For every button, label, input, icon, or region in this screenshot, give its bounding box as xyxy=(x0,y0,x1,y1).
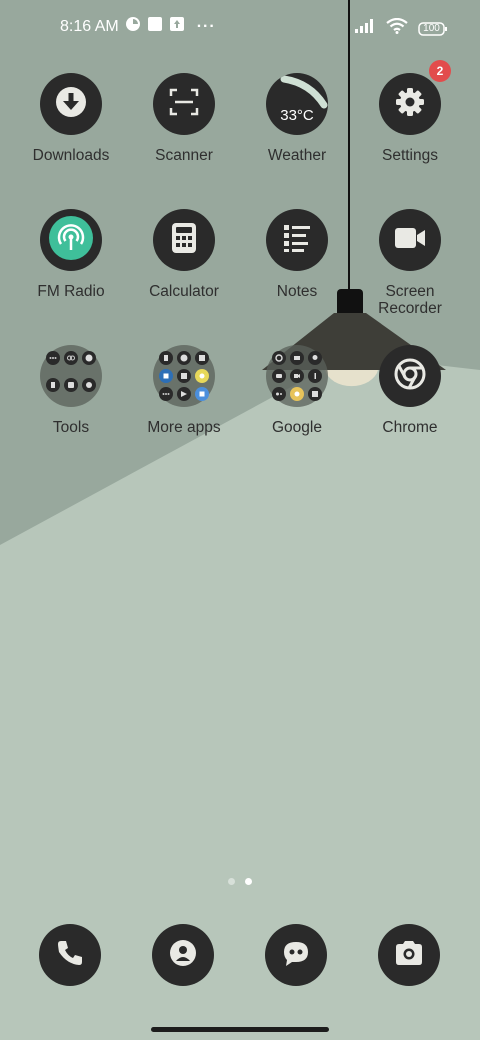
dock-phone[interactable] xyxy=(39,924,101,986)
scanner-icon xyxy=(168,86,200,123)
app-chrome[interactable]: Chrome xyxy=(354,345,466,436)
dock xyxy=(0,924,480,988)
page-indicator[interactable] xyxy=(228,878,252,885)
dock-messages[interactable] xyxy=(265,924,327,986)
chrome-icon xyxy=(393,357,427,396)
folder-icon xyxy=(158,350,210,402)
camera-icon xyxy=(393,939,425,972)
notes-icon xyxy=(281,222,313,259)
app-downloads[interactable]: Downloads xyxy=(15,73,127,164)
folder-more-apps[interactable]: More apps xyxy=(128,345,240,436)
gear-icon xyxy=(394,86,426,123)
app-label: Notes xyxy=(276,283,318,300)
folder-google[interactable]: Google xyxy=(241,345,353,436)
battery-level: 100 xyxy=(423,22,440,34)
folder-icon xyxy=(271,350,323,402)
app-label: FM Radio xyxy=(37,283,105,300)
battery-icon: 100 xyxy=(418,21,448,37)
app-label: Scanner xyxy=(155,147,213,164)
folder-tools[interactable]: Tools xyxy=(15,345,127,436)
gesture-bar[interactable] xyxy=(151,1027,329,1032)
data-saver-icon xyxy=(125,16,141,37)
app-calculator[interactable]: Calculator xyxy=(128,209,240,300)
upload-icon xyxy=(169,16,185,37)
wifi-icon xyxy=(386,17,408,39)
video-camera-icon xyxy=(394,226,426,255)
folder-icon xyxy=(45,350,97,402)
status-time: 8:16 AM xyxy=(60,17,119,35)
page-dot-1[interactable] xyxy=(228,878,235,885)
app-notes[interactable]: Notes xyxy=(241,209,353,300)
download-icon xyxy=(54,85,88,124)
app-fm-radio[interactable]: FM Radio xyxy=(15,209,127,300)
app-weather[interactable]: 33°C Weather xyxy=(241,73,353,164)
app-label: More apps xyxy=(147,419,221,436)
radio-icon xyxy=(47,214,95,267)
app-label: Settings xyxy=(381,147,438,164)
app-label: Screen Recorder xyxy=(378,283,442,317)
status-bar: 8:16 AM ··· 100 xyxy=(0,0,480,56)
messages-icon xyxy=(280,938,312,973)
page-dot-2[interactable] xyxy=(245,878,252,885)
dock-camera[interactable] xyxy=(378,924,440,986)
app-label: Downloads xyxy=(32,147,110,164)
app-label: Calculator xyxy=(149,283,219,300)
notification-square-icon xyxy=(147,16,163,37)
status-overflow: ··· xyxy=(196,17,216,35)
app-settings[interactable]: 2 Settings xyxy=(354,60,466,164)
app-scanner[interactable]: Scanner xyxy=(128,73,240,164)
dock-contacts[interactable] xyxy=(152,924,214,986)
app-label: Google xyxy=(272,419,322,436)
weather-temperature: 33°C xyxy=(280,106,314,124)
signal-icon xyxy=(354,18,376,39)
app-screen-recorder[interactable]: Screen Recorder xyxy=(354,209,466,317)
app-label: Chrome xyxy=(382,419,438,436)
notification-badge: 2 xyxy=(429,60,451,82)
weather-icon xyxy=(266,73,328,135)
contacts-icon xyxy=(168,938,198,973)
app-label: Weather xyxy=(267,147,327,164)
calculator-icon xyxy=(171,222,197,259)
app-label: Tools xyxy=(52,419,90,436)
phone-icon xyxy=(55,938,85,973)
